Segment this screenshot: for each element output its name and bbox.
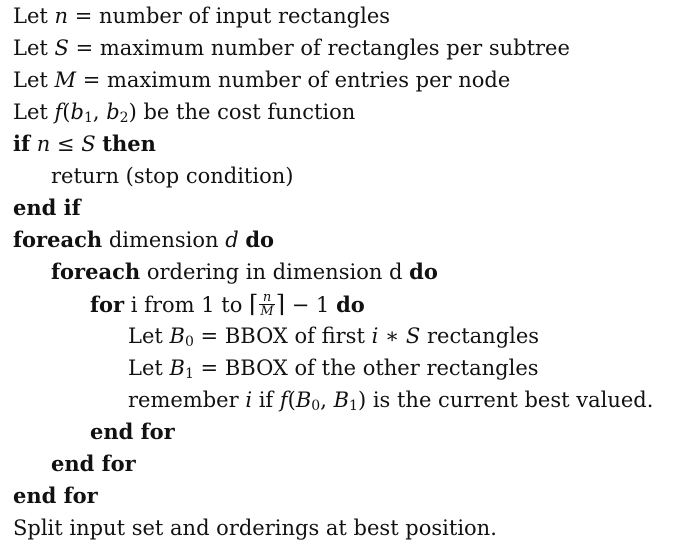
equals-sign: = — [193, 356, 225, 380]
let-text: Let — [13, 36, 48, 60]
subscript: 0 — [184, 334, 194, 350]
keyword-end-for: end for — [13, 483, 98, 508]
line-text: Split input set and orderings at best po… — [13, 516, 497, 540]
keyword-end-for: end for — [90, 419, 175, 444]
var-m: M — [54, 68, 77, 92]
var-s: S — [405, 324, 421, 348]
algo-line-15: end for — [13, 448, 698, 480]
var-b1: b — [70, 100, 84, 124]
comma: , — [320, 388, 334, 412]
equals-sign: = — [68, 36, 100, 60]
algo-line-4: Let f(b1, b2) be the cost function — [13, 96, 698, 128]
algo-line-17: Split input set and orderings at best po… — [13, 512, 698, 544]
subscript: 1 — [83, 110, 93, 126]
var-n: n — [36, 132, 51, 156]
var-s: S — [81, 132, 96, 156]
keyword-for: for — [90, 292, 125, 317]
var-b: B — [169, 356, 185, 380]
fraction-numerator: n — [259, 291, 275, 305]
subscript: 1 — [349, 398, 358, 414]
algo-line-10: for i from 1 to ⌈ n M ⌉ − 1 do — [13, 288, 698, 320]
algo-line-11: Let B0 = BBOX of first i ∗ S rectangles — [13, 320, 698, 352]
line-text: is the current best valued. — [366, 388, 654, 412]
keyword-end-for: end for — [51, 451, 136, 476]
line-text: remember — [128, 388, 246, 412]
let-text: Let — [13, 68, 48, 92]
keyword-if: if — [13, 131, 31, 156]
algo-line-1: Let n = number of input rectangles — [13, 0, 698, 32]
keyword-then: then — [102, 131, 156, 156]
var-d: d — [225, 228, 239, 252]
var-n: n — [54, 4, 69, 28]
line-text: be the cost function — [136, 100, 356, 124]
line-text: maximum number of entries per node — [106, 68, 511, 92]
let-text: Let — [128, 356, 163, 380]
line-text: dimension — [102, 228, 226, 252]
algo-line-6: return (stop condition) — [13, 160, 698, 192]
algorithm-listing: Let n = number of input rectangles Let S… — [13, 0, 698, 544]
algo-line-5: if n ≤ S then — [13, 128, 698, 160]
subscript: 1 — [184, 366, 194, 382]
let-text: Let — [13, 100, 48, 124]
var-b: B — [169, 324, 185, 348]
operator: ∗ — [378, 324, 406, 348]
paren-open: ( — [287, 388, 296, 412]
algo-line-7: end if — [13, 192, 698, 224]
subscript: 0 — [311, 398, 321, 414]
line-text: if — [252, 388, 280, 412]
keyword-end-if: end if — [13, 195, 81, 220]
subscript: 2 — [119, 110, 129, 126]
algo-line-14: end for — [13, 416, 698, 448]
keyword-do: do — [336, 292, 365, 317]
paren-close: ) — [128, 100, 137, 124]
ceil-left: ⌈ — [249, 290, 259, 318]
line-text: BBOX of the other rectangles — [224, 356, 539, 380]
line-text: BBOX of first — [224, 324, 372, 348]
keyword-foreach: foreach — [13, 227, 103, 252]
let-text: Let — [13, 4, 48, 28]
fn-f: f — [279, 388, 288, 412]
equals-sign: = — [76, 68, 107, 92]
algo-line-9: foreach ordering in dimension d do — [13, 256, 698, 288]
line-text: return (stop condition) — [51, 164, 294, 188]
algo-line-8: foreach dimension d do — [13, 224, 698, 256]
operator: ≤ — [50, 132, 82, 156]
fraction: nM — [259, 291, 275, 319]
equals-sign: = — [193, 324, 225, 348]
equals-sign: = — [68, 4, 99, 28]
algo-line-12: Let B1 = BBOX of the other rectangles — [13, 352, 698, 384]
keyword-do: do — [245, 227, 275, 252]
var-b2: b — [106, 100, 120, 124]
algo-line-13: remember i if f(B0, B1) is the current b… — [13, 384, 698, 416]
var-b: B — [295, 388, 312, 412]
algo-line-3: Let M = maximum number of entries per no… — [13, 64, 698, 96]
comma: , — [92, 100, 107, 124]
keyword-do: do — [409, 259, 438, 284]
algo-line-16: end for — [13, 480, 698, 512]
line-text: i from 1 to — [124, 293, 250, 317]
keyword-foreach: foreach — [51, 259, 141, 284]
var-b: B — [333, 388, 350, 412]
line-text: rectangles — [420, 324, 540, 348]
line-text: number of input rectangles — [98, 4, 391, 28]
ceil-right: ⌉ — [275, 290, 286, 318]
algo-line-2: Let S = maximum number of rectangles per… — [13, 32, 698, 64]
line-text: ordering in dimension d — [140, 260, 410, 284]
let-text: Let — [128, 324, 163, 348]
var-s: S — [54, 36, 69, 60]
line-text: − 1 — [285, 293, 337, 317]
fraction-denominator: M — [260, 304, 274, 319]
line-text: maximum number of rectangles per subtree — [99, 36, 570, 60]
paren-close: ) — [357, 388, 367, 412]
